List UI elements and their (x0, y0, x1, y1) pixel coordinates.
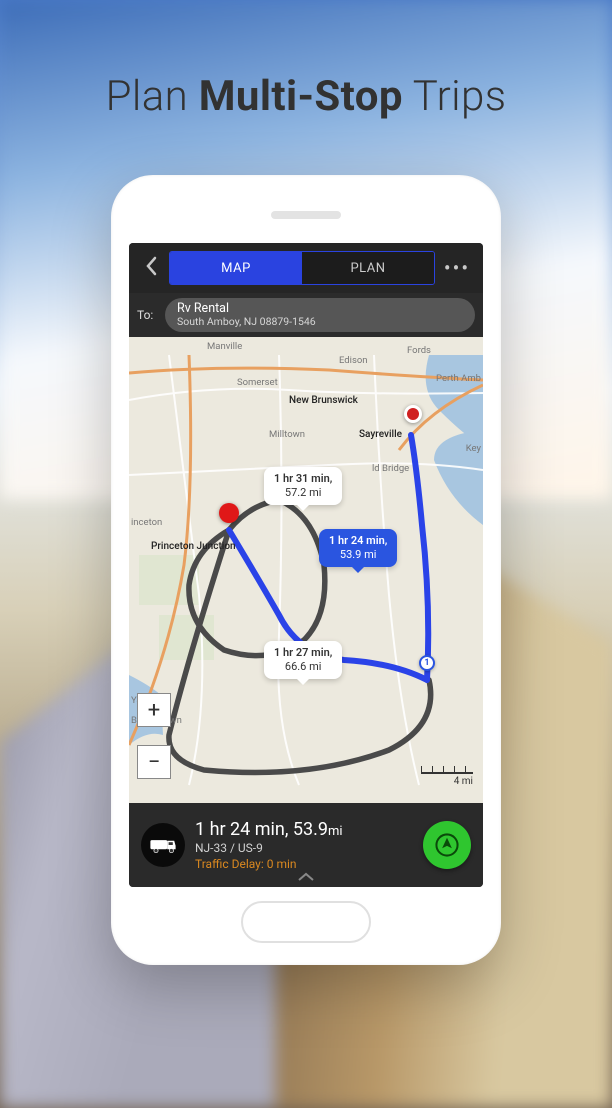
zoom-out-button[interactable]: − (137, 745, 171, 779)
route-summary-text: 1 hr 24 min, 53.9mi NJ-33 / US-9 Traffic… (195, 818, 423, 873)
phone-frame: MAP PLAN ••• To: Rv Rental South Amboy, … (111, 175, 501, 965)
summary-via: NJ-33 / US-9 (195, 841, 423, 857)
destination-marker[interactable] (404, 405, 422, 423)
destination-bar: To: Rv Rental South Amboy, NJ 08879-1546 (129, 293, 483, 337)
view-toggle: MAP PLAN (169, 251, 435, 285)
headline-post: Trips (403, 72, 507, 121)
waypoint-marker[interactable]: 1 (419, 655, 435, 671)
map-label: Fords (407, 345, 431, 356)
headline-pre: Plan (106, 72, 199, 121)
route-primary-bubble[interactable]: 1 hr 24 min, 53.9 mi (319, 529, 397, 567)
back-button[interactable] (133, 254, 169, 282)
map-label: Perth Amb (436, 373, 481, 384)
start-marker[interactable] (219, 503, 239, 523)
map-label: ld Bridge (372, 463, 409, 474)
tab-map[interactable]: MAP (170, 252, 302, 284)
map-label: New Brunswick (289, 395, 358, 406)
destination-title: Rv Rental (177, 302, 463, 316)
headline-bold: Multi-Stop (199, 72, 403, 121)
tab-map-label: MAP (221, 261, 251, 276)
scale-label: 4 mi (421, 776, 473, 787)
chevron-left-icon (144, 256, 158, 276)
map-label: Manville (207, 341, 242, 352)
map-scale: 4 mi (421, 764, 473, 787)
zoom-in-button[interactable]: + (137, 693, 171, 727)
map-label: inceton (131, 517, 162, 528)
map-label: Milltown (269, 429, 305, 440)
navigate-arrow-icon (434, 832, 460, 858)
summary-main-line: 1 hr 24 min, 53.9mi (195, 818, 423, 841)
app-screen: MAP PLAN ••• To: Rv Rental South Amboy, … (129, 243, 483, 887)
route-primary-dist: 53.9 mi (329, 548, 387, 562)
route-alt2-time: 1 hr 27 min, (274, 646, 332, 660)
tab-plan[interactable]: PLAN (302, 252, 434, 284)
phone-home-button[interactable] (241, 901, 371, 943)
route-primary-time: 1 hr 24 min, (329, 534, 387, 548)
expand-summary-chevron[interactable] (297, 870, 315, 886)
route-summary-bar: 1 hr 24 min, 53.9mi NJ-33 / US-9 Traffic… (129, 803, 483, 887)
route-alt2-dist: 66.6 mi (274, 660, 332, 674)
route-alt2-bubble[interactable]: 1 hr 27 min, 66.6 mi (264, 641, 342, 679)
summary-dist: 53.9 (293, 819, 328, 840)
route-alt1-dist: 57.2 mi (274, 486, 332, 500)
vehicle-icon[interactable] (141, 823, 185, 867)
summary-time: 1 hr 24 min, (195, 819, 288, 840)
summary-dist-unit: mi (328, 824, 343, 839)
zoom-controls: + − (137, 693, 171, 779)
map-label: Key (466, 443, 481, 454)
map-label: Somerset (237, 377, 278, 388)
map-label: Princeton Junction (151, 541, 236, 552)
to-label: To: (137, 308, 165, 322)
destination-subtitle: South Amboy, NJ 08879-1546 (177, 316, 463, 328)
rv-icon (149, 836, 177, 854)
start-navigation-button[interactable] (423, 821, 471, 869)
page-headline: Plan Multi-Stop Trips (0, 0, 612, 121)
route-alt1-time: 1 hr 31 min, (274, 472, 332, 486)
more-menu-button[interactable]: ••• (435, 256, 479, 280)
destination-field[interactable]: Rv Rental South Amboy, NJ 08879-1546 (165, 298, 475, 331)
map-svg (129, 337, 483, 803)
map-label: Sayreville (359, 429, 402, 440)
map-label: Edison (339, 355, 368, 366)
phone-earpiece (271, 211, 341, 219)
chevron-up-icon (297, 872, 315, 882)
route-alt1-bubble[interactable]: 1 hr 31 min, 57.2 mi (264, 467, 342, 505)
map-canvas[interactable]: Manville Somerset Edison Fords Perth Amb… (129, 337, 483, 803)
tab-plan-label: PLAN (350, 261, 385, 276)
topbar: MAP PLAN ••• (129, 243, 483, 293)
